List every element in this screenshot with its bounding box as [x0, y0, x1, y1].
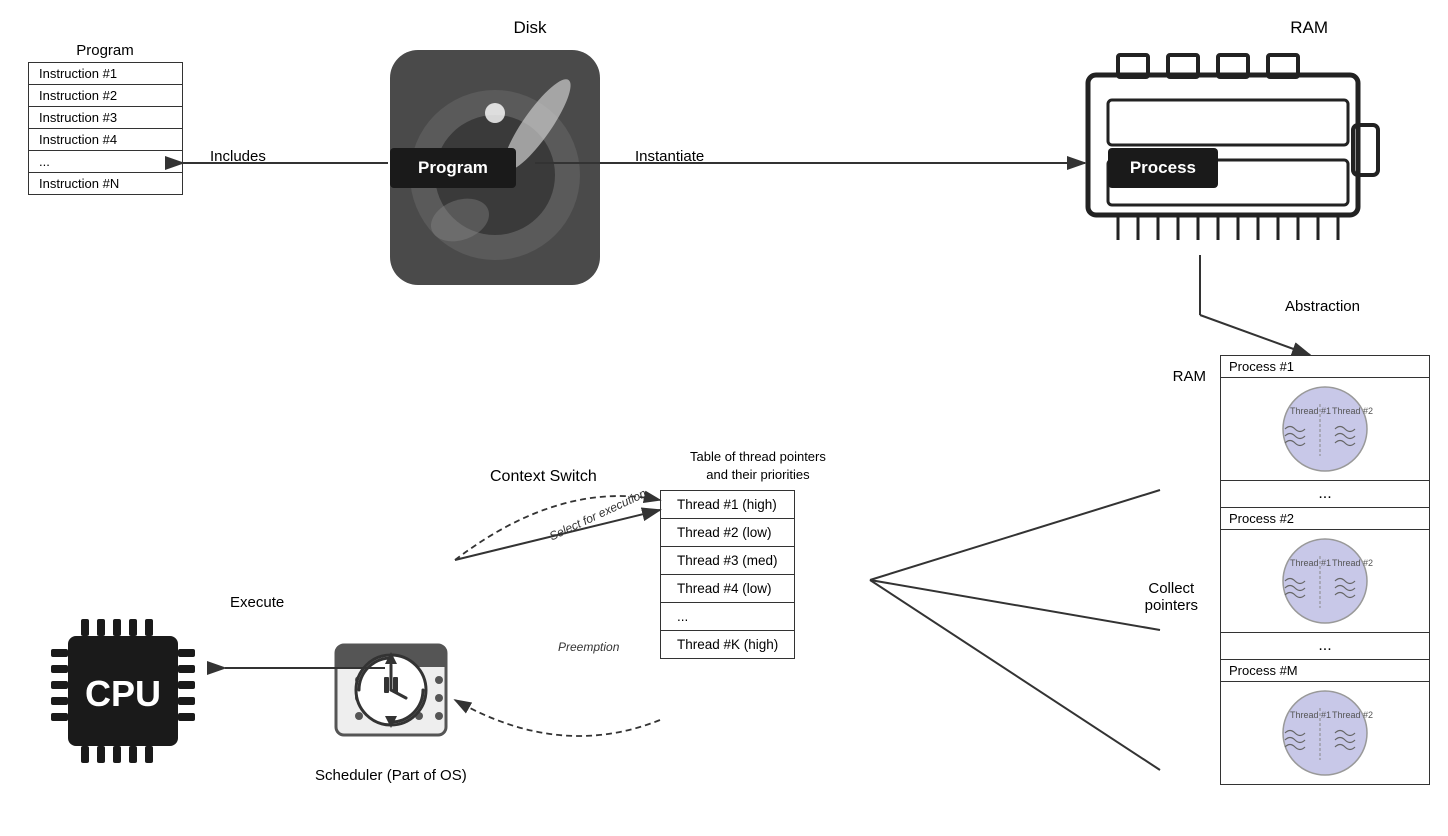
scheduler-icon — [321, 620, 461, 760]
thread-row-2: Thread #2 (low) — [661, 519, 794, 547]
thread-row-3: Thread #3 (med) — [661, 547, 794, 575]
thread-row-1: Thread #1 (high) — [661, 491, 794, 519]
cpu-icon: CPU — [23, 591, 223, 791]
process-m-block: Process #M Thread #1 Thread #2 — [1220, 659, 1430, 785]
ram-bottom-label: RAM — [1173, 368, 1206, 385]
instruction-3: Instruction #3 — [29, 107, 182, 129]
thread-row-k: Thread #K (high) — [661, 631, 794, 658]
instruction-ellipsis: ... — [29, 151, 182, 173]
process-ellipsis-bottom: ... — [1220, 633, 1430, 659]
process-2-inner: Thread #1 Thread #2 — [1221, 530, 1429, 632]
thread-row-ellipsis: ... — [661, 603, 794, 631]
process-m-title: Process #M — [1221, 660, 1429, 682]
process-m-inner: Thread #1 Thread #2 — [1221, 682, 1429, 784]
process-2-threads-svg: Thread #1 Thread #2 — [1260, 536, 1390, 626]
collect-pointers-label: Collectpointers — [1145, 580, 1198, 614]
thread-table-header: Table of thread pointersand their priori… — [690, 448, 826, 484]
svg-text:Thread #1: Thread #1 — [1290, 558, 1331, 568]
process-2-block: Process #2 Thread #1 Thread #2 — [1220, 507, 1430, 633]
svg-text:Thread #2: Thread #2 — [1332, 406, 1373, 416]
svg-text:Thread #2: Thread #2 — [1332, 710, 1373, 720]
process-2-title: Process #2 — [1221, 508, 1429, 530]
disk-label: Disk — [430, 18, 630, 38]
ram-top-label: RAM — [1290, 18, 1328, 38]
thread-table: Thread #1 (high) Thread #2 (low) Thread … — [660, 490, 795, 659]
svg-text:Thread #2: Thread #2 — [1332, 558, 1373, 568]
process-1-inner: Thread #1 Thread #2 — [1221, 378, 1429, 480]
scheduler-section: Scheduler (Part of OS) — [315, 620, 467, 786]
program-box: Instruction #1 Instruction #2 Instructio… — [28, 62, 183, 195]
instruction-4: Instruction #4 — [29, 129, 182, 151]
execute-label: Execute — [230, 594, 284, 611]
context-switch-label: Context Switch — [490, 468, 597, 486]
svg-text:Thread #1: Thread #1 — [1290, 406, 1331, 416]
process-1-threads-svg: Thread #1 Thread #2 — [1260, 384, 1390, 474]
instruction-n: Instruction #N — [29, 173, 182, 194]
instruction-1: Instruction #1 — [29, 63, 182, 85]
cpu-section: CPU — [18, 591, 228, 796]
abstraction-label: Abstraction — [1285, 298, 1360, 315]
select-execution-label: Select for execution — [547, 486, 648, 543]
preemption-label: Preemption — [558, 640, 619, 654]
thread-row-4: Thread #4 (low) — [661, 575, 794, 603]
process-pill: Process — [1108, 148, 1218, 188]
instantiate-label: Instantiate — [635, 148, 704, 165]
svg-text:Thread #1: Thread #1 — [1290, 710, 1331, 720]
program-title: Program — [30, 42, 180, 59]
scheduler-label: Scheduler (Part of OS) — [315, 765, 467, 786]
process-1-title: Process #1 — [1221, 356, 1429, 378]
includes-label: Includes — [210, 148, 266, 165]
instruction-2: Instruction #2 — [29, 85, 182, 107]
process-1-block: Process #1 Thread #1 Thread #2 — [1220, 355, 1430, 481]
program-pill: Program — [390, 148, 516, 188]
process-ellipsis-mid: ... — [1220, 481, 1430, 507]
process-m-threads-svg: Thread #1 Thread #2 — [1260, 688, 1390, 778]
processes-container: Process #1 Thread #1 Thread #2 ... Proce… — [1220, 355, 1430, 785]
svg-text:CPU: CPU — [85, 673, 161, 714]
